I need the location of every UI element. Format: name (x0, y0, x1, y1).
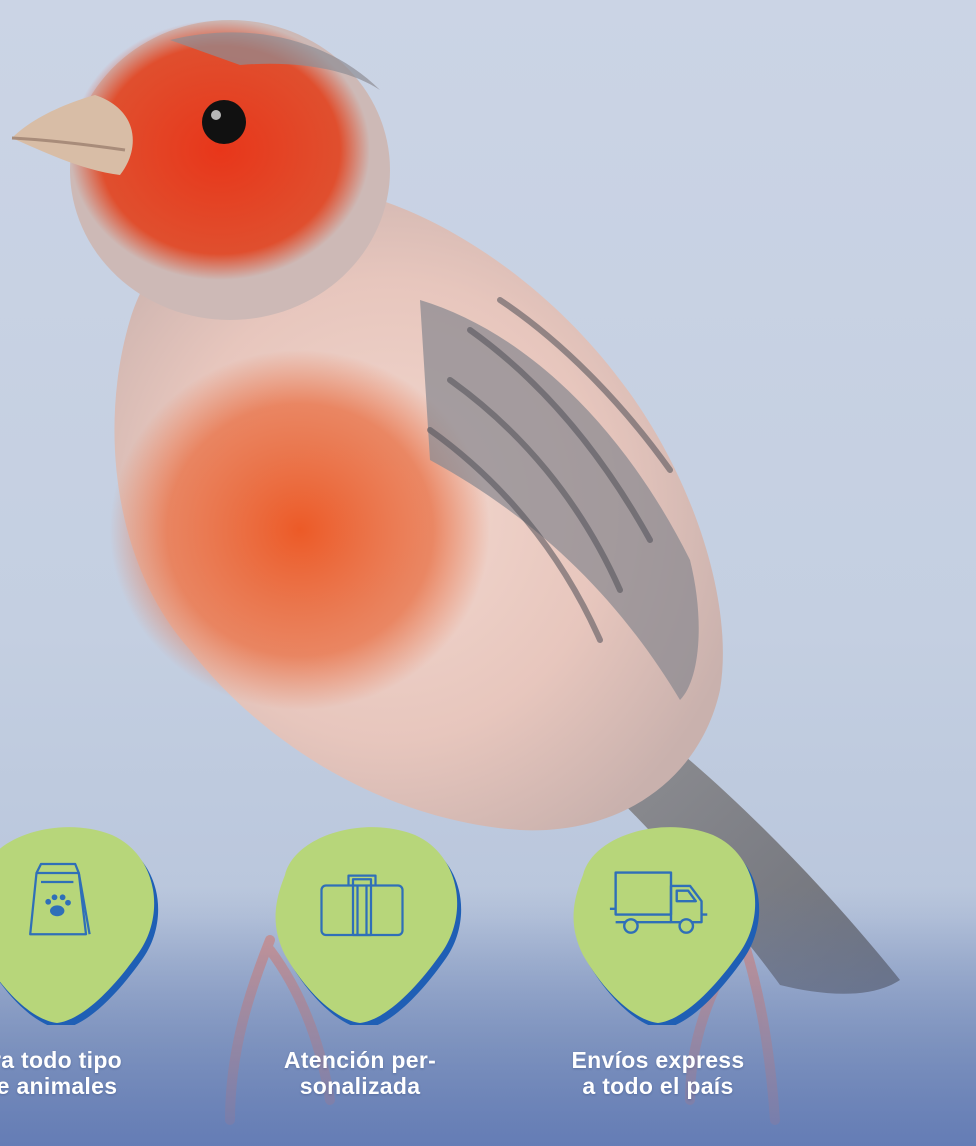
hero-photo: ra todo tipo e animales Atención per- so… (0, 0, 976, 1146)
feature-label: ra todo tipo e animales (0, 1047, 123, 1099)
feature-label: Atención per- sonalizada (283, 1047, 437, 1099)
feature-label: Envíos express a todo el país (571, 1047, 745, 1099)
briefcase-icon (320, 874, 404, 937)
pet-food-bag-icon (29, 862, 91, 936)
delivery-truck-icon (609, 871, 708, 934)
